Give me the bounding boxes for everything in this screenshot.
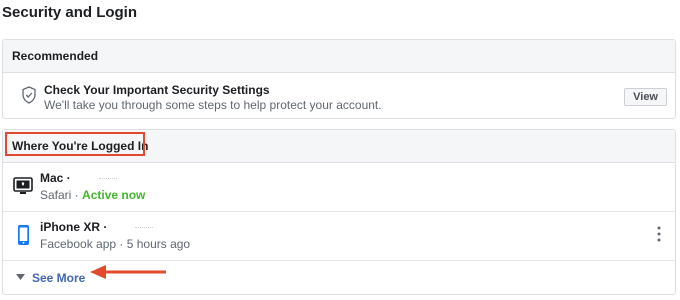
desktop-icon	[13, 177, 33, 194]
recommended-header: Recommended	[3, 40, 675, 73]
session-row-mac[interactable]: Mac · Safari · Active now	[3, 163, 675, 212]
security-settings-row: Check Your Important Security Settings W…	[3, 73, 675, 119]
recommended-panel: Recommended Check Your Important Securit…	[2, 39, 676, 119]
caret-down-icon	[16, 274, 25, 280]
more-options-icon[interactable]	[657, 226, 661, 242]
shield-icon	[22, 86, 36, 104]
view-button[interactable]: View	[624, 88, 667, 106]
security-settings-description: We'll take you through some steps to hel…	[44, 98, 382, 112]
session-meta: Safari · Active now	[40, 188, 146, 202]
see-more-link[interactable]: See More	[32, 271, 85, 285]
session-device-name: Mac ·	[40, 171, 117, 185]
page-title: Security and Login	[2, 4, 138, 21]
session-device-name: iPhone XR ·	[40, 220, 154, 234]
active-now-status: Active now	[82, 188, 146, 202]
phone-icon	[18, 225, 29, 245]
session-meta: Facebook app · 5 hours ago	[40, 237, 191, 251]
security-settings-title: Check Your Important Security Settings	[44, 83, 270, 97]
arrow-annotation-icon	[90, 265, 166, 279]
highlight-box-annotation	[5, 132, 145, 156]
session-row-iphone[interactable]: iPhone XR · Facebook app · 5 hours ago	[3, 212, 675, 261]
